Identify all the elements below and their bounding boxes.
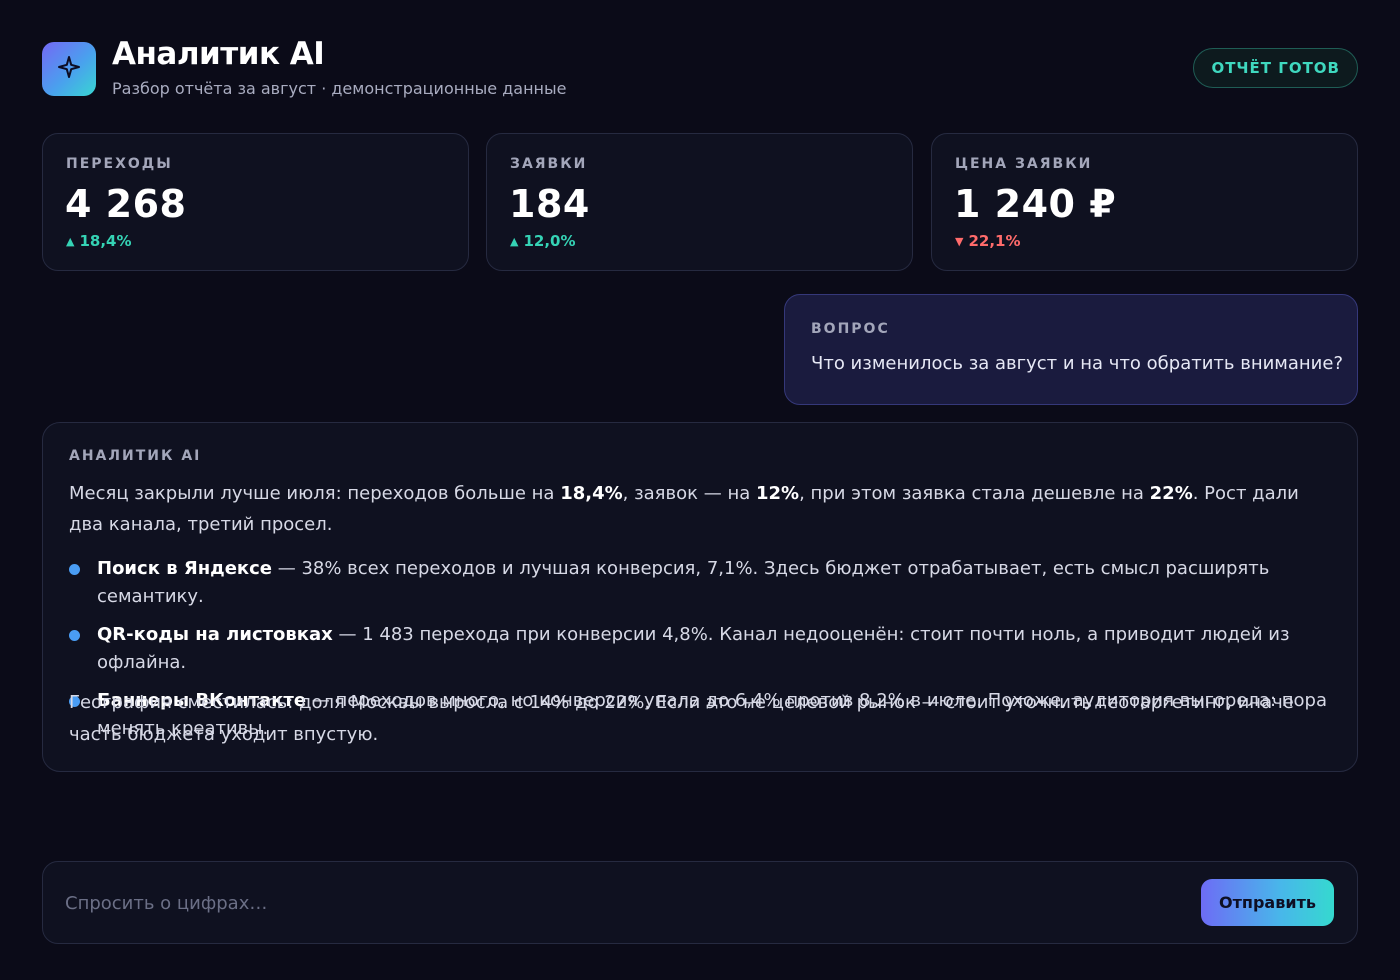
header: Аналитик AI Разбор отчёта за август · де… <box>42 34 1358 102</box>
send-button[interactable]: Отправить <box>1201 879 1334 926</box>
app-root: Аналитик AI Разбор отчёта за август · де… <box>0 0 1400 980</box>
user-question-bubble: ВОПРОС Что изменилось за август и на что… <box>784 294 1358 405</box>
metric-card-cost-per-lead: ЦЕНА ЗАЯВКИ 1 240 ₽ ▼ 22,1% <box>931 133 1358 271</box>
app-subtitle: Разбор отчёта за август · демонстрационн… <box>112 79 567 98</box>
list-item: Поиск в Яндексе — 38% всех переходов и л… <box>69 555 1331 611</box>
status-badge: ОТЧЁТ ГОТОВ <box>1193 48 1358 88</box>
intro-highlight: 12% <box>755 483 800 504</box>
metric-label: ЗАЯВКИ <box>510 156 588 172</box>
metric-value: 1 240 ₽ <box>954 182 1117 226</box>
metric-change-value: 22,1% <box>968 232 1021 250</box>
metric-label: ПЕРЕХОДЫ <box>66 156 173 172</box>
metric-change: ▼ 22,1% <box>955 232 1021 250</box>
arrow-down-icon: ▼ <box>955 235 964 248</box>
intro-segment: Месяц закрыли лучше июля: переходов боль… <box>69 483 561 504</box>
answer-outro: География сместилась: доля Москвы выросл… <box>69 692 1294 745</box>
answer-intro: Месяц закрыли лучше июля: переходов боль… <box>69 478 1329 540</box>
bullet-dot-icon <box>69 630 80 641</box>
intro-segment: , при этом заявка стала дешевле на <box>799 483 1150 504</box>
intro-segment: , заявок — на <box>622 483 756 504</box>
metric-card-clicks: ПЕРЕХОДЫ 4 268 ▲ 18,4% <box>42 133 469 271</box>
intro-highlight: 22% <box>1149 483 1193 504</box>
arrow-up-icon: ▲ <box>510 235 519 248</box>
metric-change-value: 12,0% <box>523 232 576 250</box>
ai-answer-panel: АНАЛИТИК AI Месяц закрыли лучше июля: пе… <box>42 422 1358 772</box>
app-title: Аналитик AI <box>112 36 325 72</box>
bullet-dot-icon <box>69 564 80 575</box>
question-text: Что изменилось за август и на что обрати… <box>811 353 1344 374</box>
metric-change: ▲ 12,0% <box>510 232 576 250</box>
list-item: QR-коды на листовках — 1 483 перехода пр… <box>69 621 1331 677</box>
bullet-text: — 38% всех переходов и лучшая конверсия,… <box>97 558 1270 607</box>
metric-value: 4 268 <box>65 182 187 226</box>
ask-input[interactable] <box>65 882 1165 924</box>
answer-label: АНАЛИТИК AI <box>69 448 202 464</box>
arrow-up-icon: ▲ <box>66 235 75 248</box>
bullet-title: QR-коды на листовках <box>97 624 333 645</box>
metric-change-value: 18,4% <box>79 232 132 250</box>
intro-highlight: 18,4% <box>560 483 623 504</box>
bullet-title: Поиск в Яндексе <box>97 558 272 579</box>
metric-change: ▲ 18,4% <box>66 232 132 250</box>
question-label: ВОПРОС <box>811 321 890 337</box>
metric-card-leads: ЗАЯВКИ 184 ▲ 12,0% <box>486 133 913 271</box>
sparkle-icon <box>57 55 81 83</box>
app-logo <box>42 42 96 96</box>
metric-value: 184 <box>509 182 590 226</box>
metric-label: ЦЕНА ЗАЯВКИ <box>955 156 1093 172</box>
composer-bar: Отправить <box>42 861 1358 944</box>
metrics-row: ПЕРЕХОДЫ 4 268 ▲ 18,4% ЗАЯВКИ 184 ▲ 12,0% … <box>42 133 1358 271</box>
